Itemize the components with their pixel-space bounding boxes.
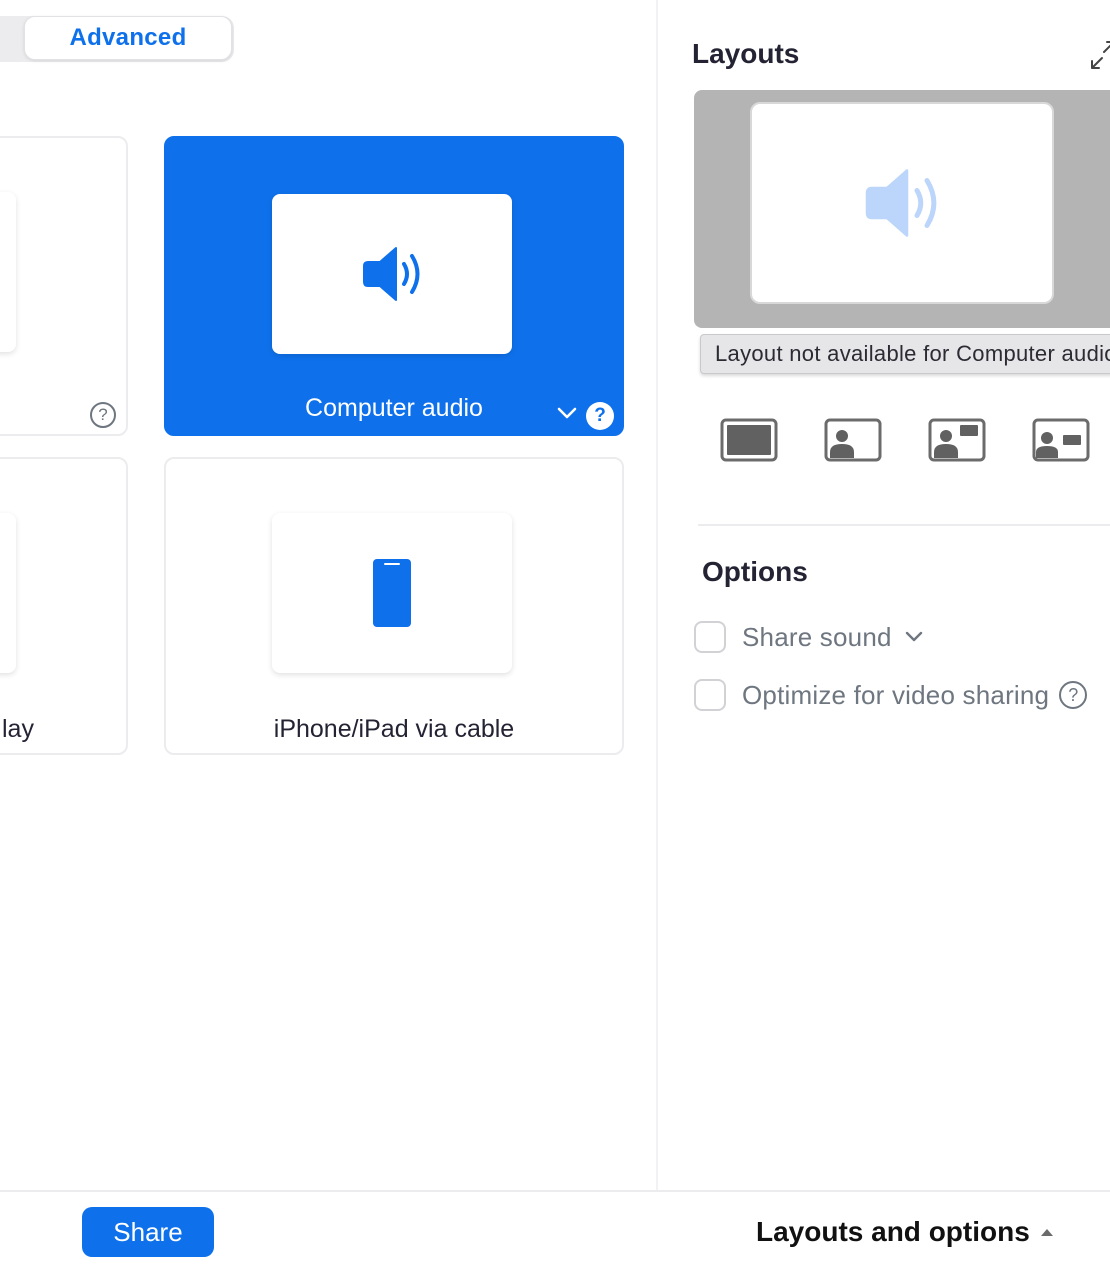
preview-card [750, 102, 1054, 304]
optimize-video-option[interactable]: Optimize for video sharing ? [694, 679, 1088, 711]
footer-bar: Share Layouts and options [0, 1190, 1110, 1270]
options-title: Options [702, 556, 808, 587]
layouts-title: Layouts [692, 38, 800, 69]
layout-side-video-icon[interactable] [928, 418, 986, 462]
help-icon[interactable]: ? [90, 402, 116, 428]
partial-card-thumbnail [0, 192, 16, 352]
layouts-options-panel: Layouts Layout not available for Compute… [656, 0, 1110, 1190]
partial-card-thumbnail [0, 513, 16, 673]
divider [698, 524, 1110, 526]
computer-audio-label: Computer audio [305, 394, 483, 422]
speaker-icon [865, 169, 937, 237]
caret-up-icon [1040, 1229, 1053, 1236]
share-sound-label: Share sound [742, 621, 892, 652]
optimize-video-checkbox[interactable] [694, 679, 726, 711]
speaker-icon [363, 247, 420, 301]
layout-small-video-icon[interactable] [824, 418, 882, 462]
layouts-options-label: Layouts and options [756, 1216, 1030, 1247]
iphone-cable-thumbnail [272, 513, 512, 673]
chevron-down-icon[interactable] [556, 406, 578, 420]
share-button[interactable]: Share [82, 1207, 214, 1257]
iphone-cable-label: iPhone/iPad via cable [273, 715, 515, 743]
optimize-video-label: Optimize for video sharing [742, 679, 1050, 710]
expand-icon[interactable] [1088, 38, 1110, 72]
partial-card-top[interactable]: ? [0, 136, 128, 436]
layout-preview [694, 90, 1110, 328]
tab-advanced[interactable]: Advanced [24, 16, 232, 60]
phone-icon [373, 559, 411, 627]
layout-unavailable-tooltip: Layout not available for Computer audio [700, 334, 1110, 374]
share-sound-option[interactable]: Share sound [694, 621, 924, 653]
help-icon[interactable]: ? [1059, 681, 1088, 709]
layout-full-icon[interactable] [720, 418, 778, 462]
layout-presenter-icon[interactable] [1032, 418, 1090, 462]
share-source-pane: Advanced ? Computer audio ? lay iPhone/i… [0, 0, 656, 1190]
partial-card-label: lay [2, 715, 34, 743]
partial-card-bottom[interactable]: lay [0, 457, 128, 755]
share-sound-checkbox[interactable] [694, 621, 726, 653]
computer-audio-thumbnail [272, 194, 512, 354]
chevron-down-icon[interactable] [904, 630, 924, 644]
computer-audio-card[interactable]: Computer audio ? [164, 136, 624, 436]
layouts-options-toggle[interactable]: Layouts and options [756, 1216, 1054, 1248]
help-icon[interactable]: ? [586, 402, 614, 430]
iphone-cable-card[interactable]: iPhone/iPad via cable [164, 457, 624, 755]
